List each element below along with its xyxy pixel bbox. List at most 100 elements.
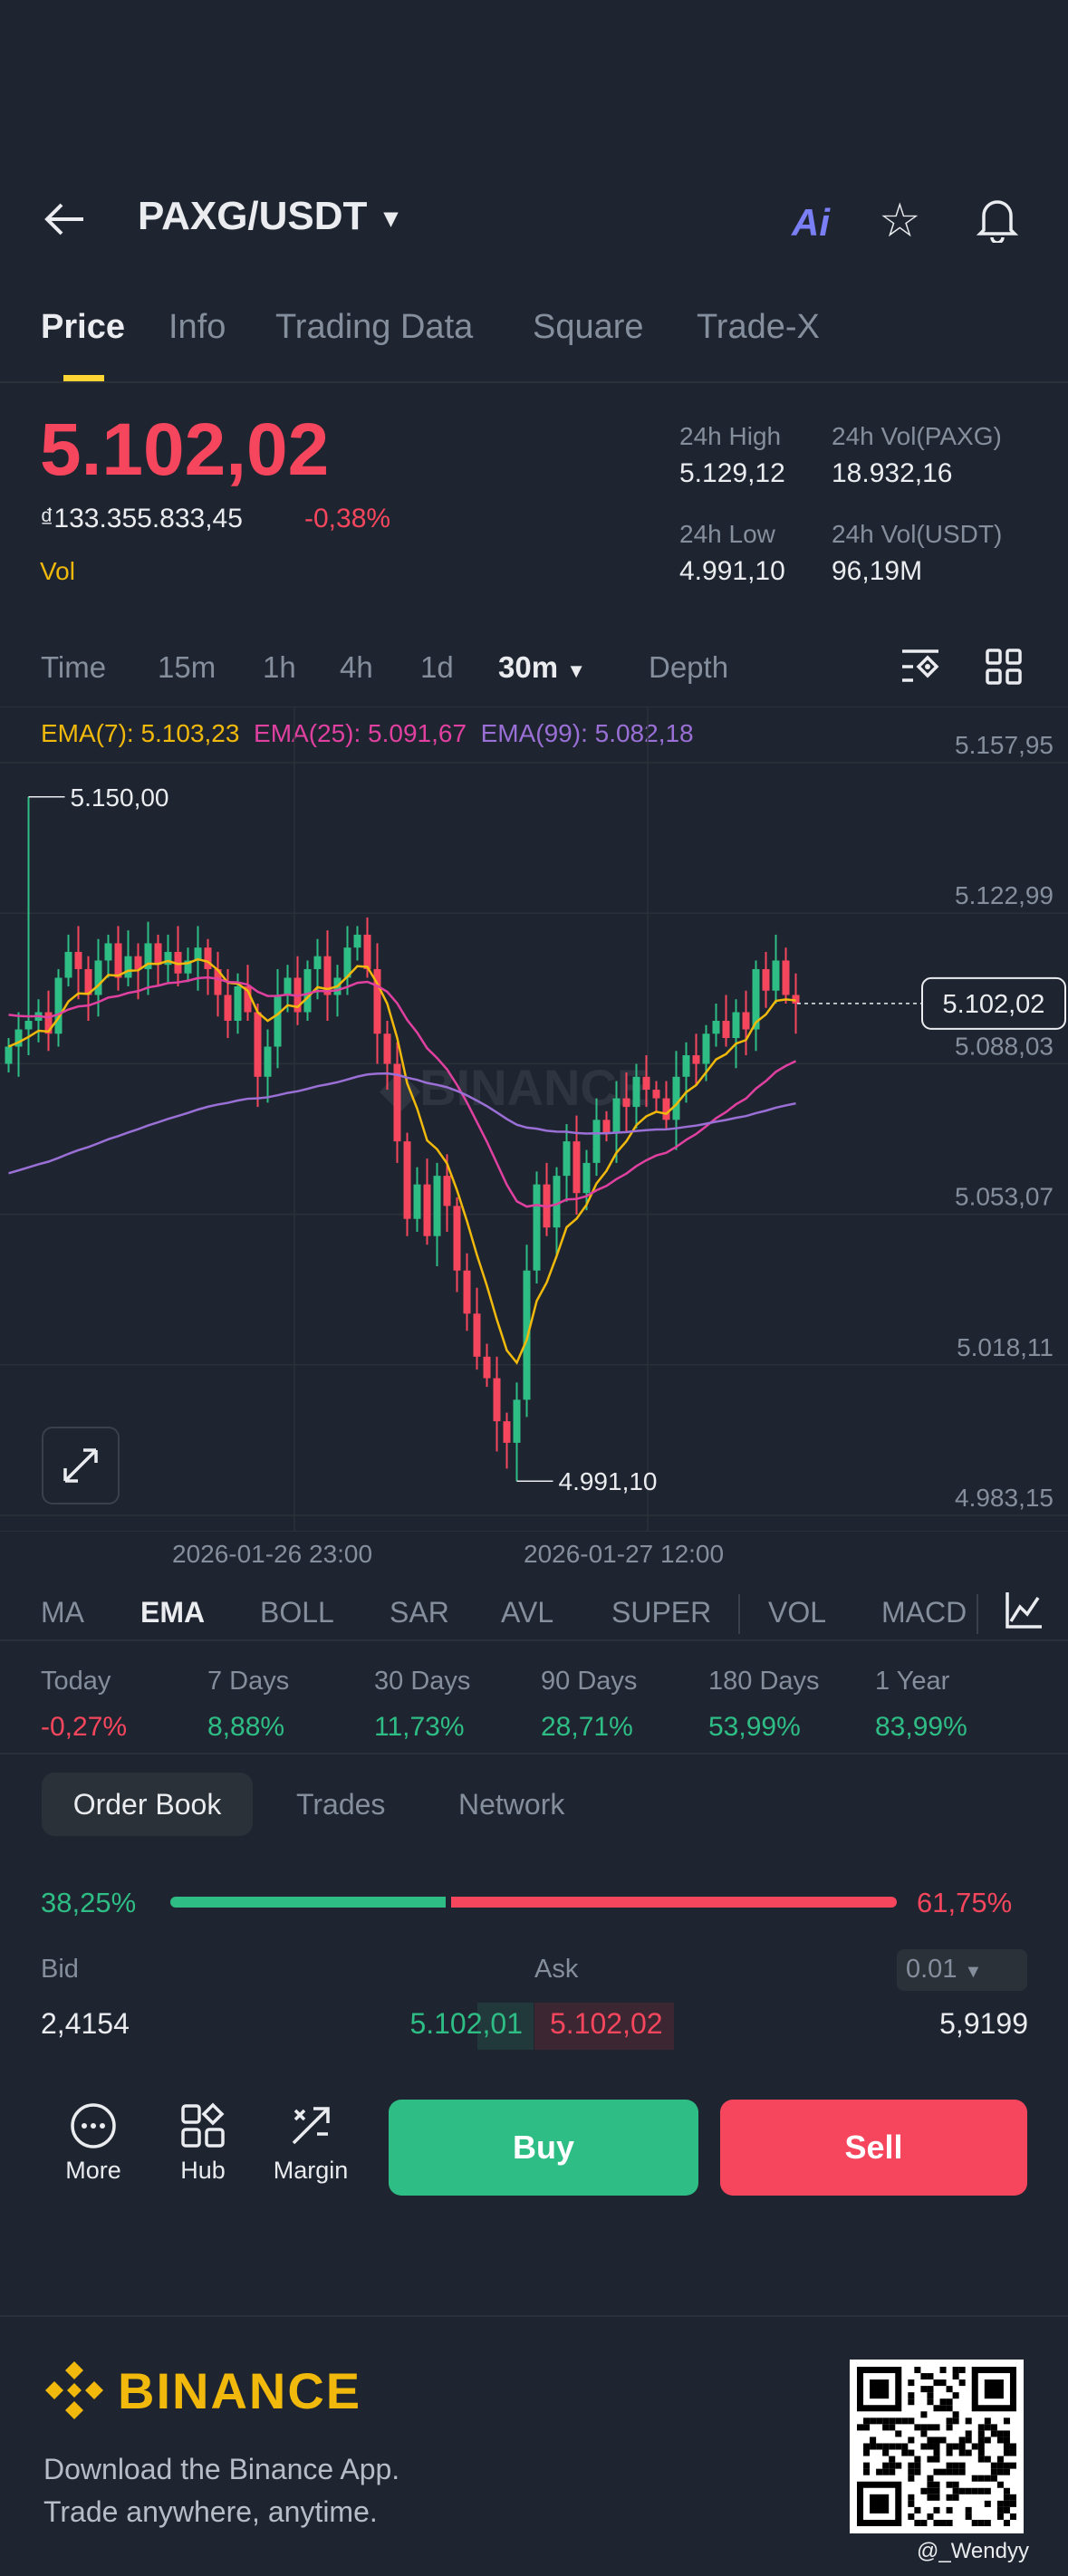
qr-module (977, 2449, 985, 2456)
perf-value: 8,88% (207, 1712, 285, 1742)
x-tick-1: 2026-01-26 23:00 (172, 1540, 373, 1568)
tf-1h[interactable]: 1h (263, 650, 296, 685)
pair-selector[interactable]: PAXG/USDT ▼ (138, 194, 403, 239)
tab-order-book[interactable]: Order Book (42, 1773, 253, 1836)
candle-body (463, 1270, 471, 1314)
tab-square[interactable]: Square (533, 308, 644, 347)
download-qr-code[interactable] (850, 2360, 1024, 2533)
qr-module (920, 2424, 928, 2431)
candlestick-chart[interactable]: 5.157,95 5.122,99 5.088,03 5.053,07 5.018,11… (0, 706, 1068, 1531)
indicator-ma[interactable]: MA (41, 1596, 84, 1629)
candle-body (74, 951, 82, 969)
indicator-ema[interactable]: EMA (140, 1596, 205, 1629)
qr-module (920, 2487, 928, 2494)
binance-watermark: ◆BINANCE (379, 1059, 650, 1116)
indicator-sar[interactable]: SAR (390, 1596, 449, 1629)
indicator-boll[interactable]: BOLL (260, 1596, 334, 1629)
x-tick-2: 2026-01-27 12:00 (524, 1540, 725, 1568)
price-change: -0,38% (304, 504, 391, 533)
indicator-macd[interactable]: MACD (881, 1596, 967, 1629)
qr-module (996, 2437, 1004, 2444)
sell-button[interactable]: Sell (720, 2100, 1027, 2196)
vol-base-value: 18.932,16 (832, 458, 953, 488)
footer-line-1: Download the Binance App. (43, 2453, 400, 2485)
qr-module (946, 2462, 953, 2469)
tab-info[interactable]: Info (168, 308, 226, 347)
tf-15m[interactable]: 15m (158, 650, 216, 685)
chart-settings-icon[interactable] (900, 649, 940, 689)
qr-module (1009, 2494, 1016, 2501)
candle-body (433, 1176, 441, 1236)
qr-module (939, 2367, 947, 2374)
qr-module (984, 2519, 991, 2526)
tf-time[interactable]: Time (41, 650, 106, 685)
perf-value: 53,99% (708, 1712, 801, 1742)
ask-ratio-fill (451, 1897, 897, 1908)
perf-value: 83,99% (875, 1712, 967, 1742)
qr-module (990, 2475, 997, 2482)
layout-grid-icon[interactable] (986, 649, 1022, 689)
indicator-avl[interactable]: AVL (501, 1596, 553, 1629)
qr-module (927, 2513, 934, 2520)
candle-body (513, 1399, 521, 1443)
qr-module (933, 2437, 940, 2444)
tab-price[interactable]: Price (41, 308, 125, 347)
qr-module (870, 2443, 877, 2450)
expand-icon (63, 1448, 98, 1483)
order-book-row[interactable]: 2,4154 5.102,01 5.102,02 5,9199 (41, 2007, 1028, 2043)
qr-module (958, 2487, 966, 2494)
qr-module (952, 2468, 959, 2475)
candle-body (602, 1120, 611, 1133)
indicator-separator (738, 1594, 740, 1634)
qr-module (1003, 2437, 1010, 2444)
last-price: 5.102,02 (40, 409, 330, 491)
more-button[interactable]: More (48, 2101, 139, 2185)
qr-module (1009, 2462, 1016, 2469)
bell-icon[interactable] (975, 196, 1020, 247)
ask-ratio-label: 61,75% (917, 1887, 1013, 1918)
indicator-vol[interactable]: VOL (768, 1596, 826, 1629)
indicator-settings-icon[interactable] (1004, 1591, 1044, 1635)
qr-module (876, 2468, 883, 2475)
tab-trades[interactable]: Trades (296, 1788, 385, 1821)
qr-module (977, 2519, 985, 2526)
favorite-star-icon[interactable]: ☆ (879, 194, 921, 248)
bid-qty: 2,4154 (41, 2007, 130, 2040)
qr-module (1003, 2443, 1010, 2450)
qr-module (977, 2424, 985, 2431)
footer-line-2: Trade anywhere, anytime. (43, 2495, 378, 2528)
qr-module (933, 2494, 940, 2501)
qr-module (946, 2519, 953, 2526)
tf-30m[interactable]: 30m ▼ (498, 650, 586, 685)
candle-body (54, 977, 63, 1034)
qr-module (1009, 2449, 1016, 2456)
tf-4h[interactable]: 4h (340, 650, 373, 685)
candle-body (523, 1270, 531, 1400)
buy-button[interactable]: Buy (389, 2100, 698, 2196)
tab-trade-x[interactable]: Trade-X (697, 308, 820, 347)
margin-button[interactable]: Margin (265, 2101, 356, 2185)
bid-ratio-label: 38,25% (41, 1887, 137, 1918)
ai-button[interactable]: Ai (792, 201, 830, 245)
qr-module (971, 2443, 978, 2450)
qr-module (952, 2443, 959, 2450)
qr-module (996, 2468, 1004, 2475)
tab-network[interactable]: Network (458, 1788, 564, 1821)
qr-module (901, 2417, 909, 2425)
fullscreen-button[interactable] (42, 1427, 120, 1504)
qr-module (1003, 2430, 1010, 2437)
indicator-super[interactable]: SUPER (611, 1596, 711, 1629)
hub-button[interactable]: Hub (158, 2101, 248, 2185)
back-button[interactable] (42, 199, 87, 239)
precision-select[interactable]: 0.01 ▼ (897, 1949, 1027, 1991)
qr-module (977, 2487, 985, 2494)
hub-icon (181, 2102, 225, 2148)
qr-module (952, 2487, 959, 2494)
qr-module (990, 2424, 997, 2431)
tab-trading-data[interactable]: Trading Data (275, 308, 473, 347)
qr-module (876, 2443, 883, 2450)
more-label: More (65, 2157, 121, 2184)
y-tick-label: 4.983,15 (955, 1484, 1054, 1512)
tf-1d[interactable]: 1d (420, 650, 454, 685)
tf-depth[interactable]: Depth (649, 650, 728, 685)
